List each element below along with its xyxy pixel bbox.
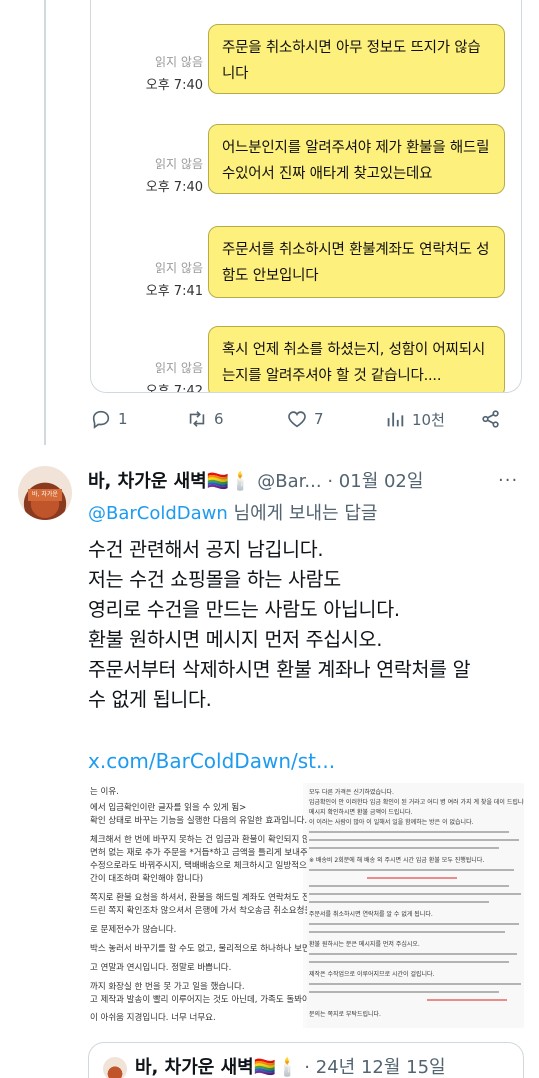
doc-text: 수정으로라도 바꿔주시지, 택배배송으로 체크하시고 일방적으로 [90, 861, 315, 871]
message-meta: 읽지 않음 오후 7:42 [123, 360, 203, 393]
doc-text: 면허 없는 재로 추가 주문을 *거듭*하고 금액을 틀리게 보내주신 [90, 848, 316, 858]
doc-line [309, 923, 519, 925]
share-icon [482, 410, 499, 428]
separator-dot: · [327, 471, 334, 492]
view-count: 10천 [412, 410, 445, 429]
doc-line [309, 847, 499, 849]
doc-text: 이 이러는 사람이 많아 이 일해서 일을 함께하는 방은 이 없습니다. [309, 819, 474, 826]
doc-text: 주문서를 취소하시면 연락처를 알 수 없게 됩니다. [309, 911, 433, 918]
views-button[interactable]: 10천 [384, 408, 445, 430]
doc-line [309, 839, 519, 841]
doc-text: 문의는 쪽지로 부탁드립니다. [309, 1011, 381, 1018]
replying-to-suffix: 님에게 보내는 답글 [227, 503, 378, 524]
reply-count: 1 [118, 410, 128, 428]
document-left-page: 는 이유. 에서 입금확인이란 글자를 읽을 수 있게 됨> 확인 상태로 바꾸… [88, 783, 320, 1028]
retweet-count: 6 [214, 410, 224, 428]
quoted-header: 바, 차가운 새벽🏳️‍🌈🕯️ · 24년 12월 15일 [135, 1055, 446, 1078]
doc-line [309, 893, 521, 895]
tweet-line: 저는 수건 쇼핑몰을 하는 사람도 [88, 568, 341, 591]
tweet-line: 주문서부터 삭제하시면 환불 계좌나 연락처를 알 [88, 658, 471, 681]
message-bubble: 혹시 언제 취소를 하셨는지, 성함이 어찌되시는지를 알려주셔야 할 것 같습… [208, 326, 505, 392]
doc-line [309, 869, 514, 871]
retweet-icon [189, 411, 205, 427]
message-meta: 읽지 않음 오후 7:40 [123, 156, 203, 197]
avatar[interactable]: 바, 차가운 [18, 466, 72, 520]
read-status: 읽지 않음 [155, 157, 203, 171]
tweet-date[interactable]: 01월 02일 [339, 471, 424, 492]
chat-screenshot-card[interactable]: 읽지 않음 오후 7:40 주문을 취소하시면 아무 정보도 뜨지가 않습니다 … [90, 0, 522, 393]
doc-line [309, 991, 499, 993]
avatar-sign: 바, 차가운 [28, 489, 62, 501]
message-time: 오후 7:41 [145, 284, 203, 299]
doc-line [309, 961, 509, 963]
doc-text: 확인 상태로 바꾸는 기능을 실행한 다음의 유일한 효과입니다. [90, 816, 308, 826]
read-status: 읽지 않음 [155, 261, 203, 275]
message-bubble: 주문서를 취소하시면 환불계좌도 연락처도 성함도 안보입니다 [208, 226, 505, 298]
doc-line [309, 831, 509, 833]
heart-icon [288, 411, 306, 428]
reply-button[interactable]: 1 [90, 408, 128, 430]
like-button[interactable]: 7 [286, 408, 324, 430]
retweet-button[interactable]: 6 [186, 408, 224, 430]
doc-text: 고 연말과 연시입니다. 정말로 바쁩니다. [90, 963, 232, 973]
thread-line [44, 0, 46, 445]
document-right-page: 모두 다른 가격은 신기하였습니다. 입금확인이 안 이러한다 입금 확인이 된… [307, 783, 524, 1028]
quoted-avatar [103, 1057, 127, 1078]
read-status: 읽지 않음 [155, 361, 203, 375]
tweet-link[interactable]: x.com/BarColdDawn/st... [88, 746, 335, 776]
user-handle[interactable]: @Bar... [257, 471, 321, 492]
tweet-line: 수 없게 됩니다. [88, 688, 212, 711]
doc-text: 체크해서 한 번에 바꾸지 못하는 건 입금과 환불이 확인되지 않은 [90, 835, 318, 845]
tweet-line: 영리로 수건을 만드는 사람도 아닙니다. [88, 598, 400, 621]
message-meta: 읽지 않음 오후 7:40 [123, 54, 203, 95]
more-options-icon[interactable]: ··· [498, 470, 518, 491]
doc-line [309, 885, 509, 887]
message-time: 오후 7:40 [145, 180, 203, 195]
doc-text: 고 제작과 발송이 빨리 이루어지는 것도 아닌데, 가족도 돌봐야 하 [90, 995, 321, 1005]
quoted-separator: · [304, 1057, 311, 1078]
doc-text: ※ 배송비 2회분에 해 배송 외 주시면 시간 입금 환불 모두 진행됩니다. [309, 857, 485, 864]
message-time: 오후 7:40 [145, 78, 203, 93]
display-name[interactable]: 바, 차가운 새벽🏳️‍🌈🕯️ [88, 471, 252, 492]
doc-highlight [367, 877, 457, 879]
replying-to: @BarColdDawn 님에게 보내는 답글 [88, 500, 377, 528]
analytics-icon [387, 412, 404, 427]
quoted-tweet-card[interactable]: 바, 차가운 새벽🏳️‍🌈🕯️ · 24년 12월 15일 [88, 1042, 524, 1078]
doc-text: 로 문제전수가 많습니다. [90, 925, 177, 935]
attached-image[interactable]: 는 이유. 에서 입금확인이란 글자를 읽을 수 있게 됨> 확인 상태로 바꾸… [88, 783, 524, 1028]
doc-text: 제작은 수작업으로 이루어지므로 시간이 걸립니다. [309, 971, 435, 978]
doc-text: 드린 쪽지 확인조차 않으셔서 은행에 가서 착오송금 취소요청을 [90, 906, 313, 916]
doc-text: 박스 놓러서 바꾸기를 할 수도 없고, 물리적으로 하나하나 보면서 [90, 944, 318, 954]
reply-icon [92, 410, 110, 429]
doc-text: 는 이유. [90, 787, 119, 797]
tweet-line: 환불 원하시면 메시지 먼저 주십시오. [88, 628, 383, 651]
tweet-line: 수건 관련해서 공지 남깁니다. [88, 538, 324, 561]
doc-text: 간이 대조하며 확인해야 합니다) [90, 874, 204, 884]
quoted-display-name: 바, 차가운 새벽🏳️‍🌈🕯️ [135, 1057, 299, 1078]
doc-highlight [427, 999, 507, 1001]
doc-text: 환불 원하시는 분은 메시지를 먼저 주십시오. [309, 941, 420, 948]
share-button[interactable] [480, 408, 502, 430]
doc-line [309, 901, 489, 903]
action-bar: 1 6 7 10천 [90, 408, 510, 440]
doc-line [309, 931, 505, 933]
doc-text: 에서 입금확인이란 글자를 읽을 수 있게 됨> [90, 803, 247, 813]
tweet-header: 바, 차가운 새벽🏳️‍🌈🕯️ @Bar... · 01월 02일 [88, 468, 423, 496]
message-meta: 읽지 않음 오후 7:41 [123, 260, 203, 301]
like-count: 7 [314, 410, 324, 428]
quoted-date: 24년 12월 15일 [315, 1057, 446, 1078]
doc-text: 까지 화장실 한 번을 못 가고 일을 했습니다. [90, 982, 245, 992]
doc-text: 쪽지로 환불 요청을 하셔서, 환불을 해드릴 계좌도 연락처도 전혀 [90, 893, 318, 903]
doc-line [309, 983, 521, 985]
tweet-body: 수건 관련해서 공지 남깁니다. 저는 수건 쇼핑몰을 하는 사람도 영리로 수… [88, 535, 528, 715]
doc-line [309, 953, 517, 955]
message-bubble: 주문을 취소하시면 아무 정보도 뜨지가 않습니다 [208, 24, 505, 94]
message-time: 오후 7:42 [145, 384, 203, 393]
doc-text: 이 아쉬움 지경입니다. 너무 너무요. [90, 1013, 216, 1023]
read-status: 읽지 않음 [155, 55, 203, 69]
message-bubble: 어느분인지를 알려주셔야 제가 환불을 해드릴수있어서 진짜 애타게 찾고있는데… [208, 124, 505, 194]
replying-to-handle[interactable]: @BarColdDawn [88, 503, 228, 524]
